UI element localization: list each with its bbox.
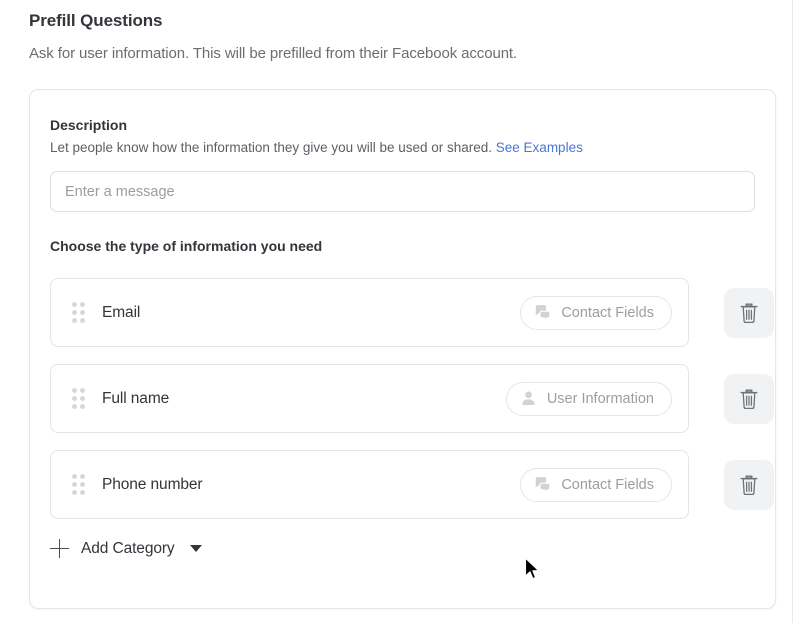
category-pill[interactable]: Contact Fields: [520, 467, 672, 502]
choose-information-type-label: Choose the type of information you need: [50, 238, 323, 254]
see-examples-link[interactable]: See Examples: [496, 140, 583, 155]
trash-icon: [740, 475, 758, 495]
page-title: Prefill Questions: [29, 11, 163, 30]
list-item: Phone number Contact Fields: [50, 450, 774, 519]
delete-field-button[interactable]: [724, 374, 774, 424]
category-pill-label: Contact Fields: [561, 476, 654, 493]
list-item: Email Contact Fields: [50, 278, 774, 347]
prefill-field-label: Email: [102, 303, 141, 321]
trash-icon: [740, 303, 758, 323]
prefill-field-row[interactable]: Full name User Information: [50, 364, 689, 433]
description-label: Description: [50, 117, 128, 133]
list-item: Full name User Information: [50, 364, 774, 433]
delete-field-button[interactable]: [724, 288, 774, 338]
prefill-field-row[interactable]: Email Contact Fields: [50, 278, 689, 347]
description-message-input[interactable]: [50, 171, 755, 212]
drag-handle-icon[interactable]: [72, 388, 85, 409]
person-icon: [522, 391, 535, 406]
add-category-button[interactable]: Add Category: [50, 539, 202, 558]
category-pill[interactable]: Contact Fields: [520, 295, 672, 330]
delete-field-button[interactable]: [724, 460, 774, 510]
plus-icon: [50, 539, 69, 558]
page-subtitle: Ask for user information. This will be p…: [29, 45, 518, 62]
prefill-field-list: Email Contact Fields Full name User Info…: [50, 278, 774, 536]
drag-handle-icon[interactable]: [72, 302, 85, 323]
add-category-label: Add Category: [81, 539, 175, 557]
prefill-questions-page: Prefill Questions Ask for user informati…: [0, 0, 800, 623]
category-pill[interactable]: User Information: [505, 381, 672, 416]
description-help-text: Let people know how the information they…: [50, 140, 583, 155]
chevron-down-icon[interactable]: [189, 545, 202, 552]
description-help-sentence: Let people know how the information they…: [50, 140, 493, 155]
page-edge-divider: [792, 0, 793, 623]
trash-icon: [740, 389, 758, 409]
prefill-field-label: Full name: [102, 389, 170, 407]
category-pill-label: Contact Fields: [561, 304, 654, 321]
drag-handle-icon[interactable]: [72, 474, 85, 495]
prefill-field-row[interactable]: Phone number Contact Fields: [50, 450, 689, 519]
prefill-field-label: Phone number: [102, 475, 203, 493]
chat-bubbles-icon: [536, 305, 551, 321]
chat-bubbles-icon: [536, 477, 551, 493]
prefill-questions-card: Description Let people know how the info…: [29, 89, 776, 609]
category-pill-label: User Information: [546, 390, 654, 407]
